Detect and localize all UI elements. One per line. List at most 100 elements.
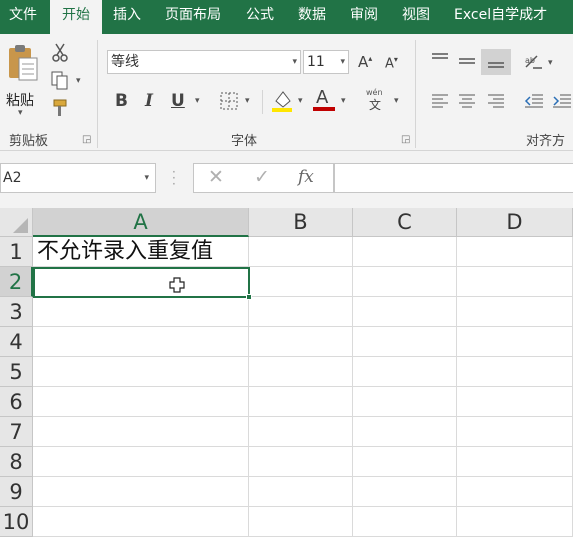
cell-b7[interactable] [249,417,353,447]
cell-d2[interactable] [457,267,573,297]
cell-a9[interactable] [33,477,249,507]
more-options-icon[interactable]: · · · [172,166,176,190]
cell-a6[interactable] [33,387,249,417]
underline-dropdown-arrow[interactable]: ▾ [195,96,200,106]
border-dropdown-arrow[interactable]: ▾ [245,96,250,106]
cell-a1[interactable]: 不允许录入重复值 [33,237,249,267]
cell-b4[interactable] [249,327,353,357]
font-color-button[interactable]: A [313,87,335,113]
cell-c8[interactable] [353,447,457,477]
increase-font-size-icon[interactable]: A▴ [358,53,372,71]
cell-a10[interactable] [33,507,249,537]
cell-b6[interactable] [249,387,353,417]
format-painter-icon[interactable] [51,98,69,118]
paste-button[interactable]: 粘贴 ▾ [4,42,42,118]
name-box[interactable]: A2 ▾ [0,163,156,193]
fill-handle[interactable] [246,294,252,300]
cell-d3[interactable] [457,297,573,327]
cell-d5[interactable] [457,357,573,387]
row-header-6[interactable]: 6 [0,387,33,417]
cell-d4[interactable] [457,327,573,357]
cell-c5[interactable] [353,357,457,387]
orientation-dropdown-arrow[interactable]: ▾ [548,58,553,68]
cancel-icon[interactable]: ✕ [208,166,224,188]
align-left-icon[interactable] [431,93,449,109]
tab-view[interactable]: 视图 [390,0,442,30]
orientation-icon[interactable]: ab [523,53,545,71]
phonetic-dropdown-arrow[interactable]: ▾ [394,96,399,106]
tab-data[interactable]: 数据 [286,0,338,30]
copy-dropdown-arrow[interactable]: ▾ [76,76,81,86]
align-top-icon[interactable] [431,52,449,68]
fill-color-icon[interactable] [271,89,293,113]
cell-b1[interactable] [249,237,353,267]
row-header-1[interactable]: 1 [0,237,33,267]
cell-c2[interactable] [353,267,457,297]
align-middle-icon[interactable] [458,54,476,70]
tab-excel-self-study[interactable]: Excel自学成才 [442,0,559,30]
border-icon[interactable] [220,92,238,110]
cell-d6[interactable] [457,387,573,417]
cell-b2[interactable] [249,267,353,297]
copy-icon[interactable] [51,71,69,91]
cell-c4[interactable] [353,327,457,357]
paste-dropdown-arrow[interactable]: ▾ [18,108,23,118]
decrease-indent-icon[interactable] [524,93,544,109]
decrease-font-size-icon[interactable]: A▾ [385,55,398,71]
bold-button[interactable]: B [115,91,128,111]
formula-input[interactable] [334,163,573,193]
cell-b5[interactable] [249,357,353,387]
font-dialog-launcher-icon[interactable]: ◲ [401,134,410,145]
column-header-c[interactable]: C [353,208,457,237]
cell-b3[interactable] [249,297,353,327]
increase-indent-icon[interactable] [552,93,572,109]
row-header-8[interactable]: 8 [0,447,33,477]
cell-a3[interactable] [33,297,249,327]
cell-d9[interactable] [457,477,573,507]
row-header-9[interactable]: 9 [0,477,33,507]
align-center-icon[interactable] [458,93,476,109]
cell-a5[interactable] [33,357,249,387]
cell-c1[interactable] [353,237,457,267]
cell-b9[interactable] [249,477,353,507]
clipboard-dialog-launcher-icon[interactable]: ◲ [82,134,91,145]
insert-function-icon[interactable]: fx [298,167,314,187]
cell-b10[interactable] [249,507,353,537]
cell-d7[interactable] [457,417,573,447]
tab-formulas[interactable]: 公式 [234,0,286,30]
align-right-icon[interactable] [487,93,505,109]
cell-c9[interactable] [353,477,457,507]
tab-file[interactable]: 文件 [0,0,46,30]
row-header-3[interactable]: 3 [0,297,33,327]
cell-c7[interactable] [353,417,457,447]
cell-a8[interactable] [33,447,249,477]
tab-review[interactable]: 审阅 [338,0,390,30]
italic-button[interactable]: I [145,91,153,111]
active-cell-a2[interactable] [33,267,250,298]
cell-d8[interactable] [457,447,573,477]
align-bottom-button[interactable] [481,49,511,75]
column-header-b[interactable]: B [249,208,353,237]
font-size-select[interactable]: 11 ▾ [303,50,349,74]
row-header-2[interactable]: 2 [0,267,33,297]
fill-color-dropdown-arrow[interactable]: ▾ [298,96,303,106]
cell-c10[interactable] [353,507,457,537]
phonetic-guide-button[interactable]: wén 文 [366,88,386,114]
tab-insert[interactable]: 插入 [102,0,152,30]
underline-button[interactable]: U [171,91,185,111]
chevron-down-icon[interactable]: ▾ [144,164,149,192]
cell-c6[interactable] [353,387,457,417]
font-name-select[interactable]: 等线 ▾ [107,50,301,74]
row-header-5[interactable]: 5 [0,357,33,387]
cell-a7[interactable] [33,417,249,447]
cell-c3[interactable] [353,297,457,327]
column-header-a[interactable]: A [33,208,249,237]
cut-icon[interactable] [51,43,69,63]
row-header-10[interactable]: 10 [0,507,33,537]
row-header-4[interactable]: 4 [0,327,33,357]
font-color-dropdown-arrow[interactable]: ▾ [341,96,346,106]
cell-a4[interactable] [33,327,249,357]
tab-home[interactable]: 开始 [50,0,102,34]
cell-d10[interactable] [457,507,573,537]
cell-d1[interactable] [457,237,573,267]
